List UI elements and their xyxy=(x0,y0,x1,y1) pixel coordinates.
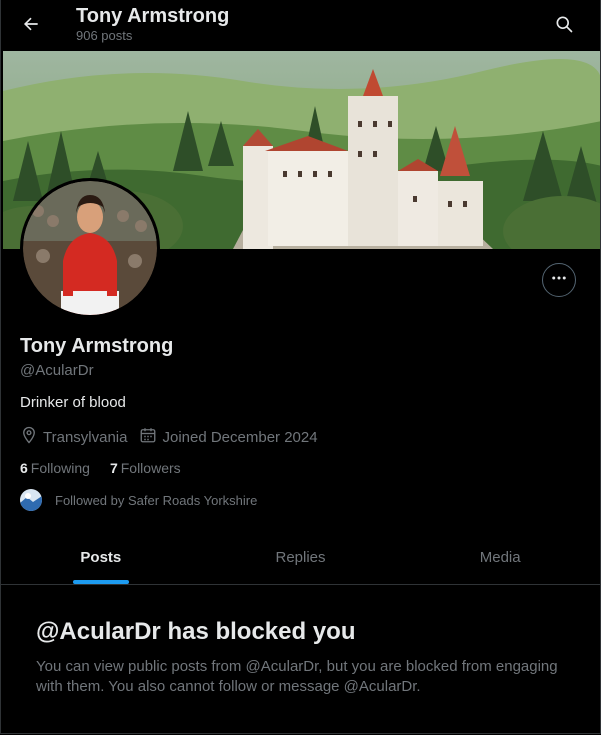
follower-avatar xyxy=(20,489,42,511)
profile-avatar[interactable] xyxy=(20,178,160,318)
header-title-block: Tony Armstrong 906 posts xyxy=(76,4,229,44)
more-options-button[interactable] xyxy=(542,263,576,297)
more-horizontal-icon xyxy=(550,269,568,292)
blocked-title: @AcularDr has blocked you xyxy=(36,618,356,645)
profile-page: Tony Armstrong 906 posts Tony Armstrong … xyxy=(0,0,601,734)
tab-posts-label: Posts xyxy=(80,548,122,566)
following-label: Following xyxy=(30,460,90,476)
active-tab-indicator xyxy=(72,580,129,584)
tab-replies-label: Replies xyxy=(275,548,326,566)
tab-media-label: Media xyxy=(479,548,521,566)
following-link[interactable]: 6 Following xyxy=(20,460,90,476)
tab-posts[interactable]: Posts xyxy=(1,530,201,584)
followers-link[interactable]: 7 Followers xyxy=(110,460,181,476)
calendar-icon xyxy=(139,426,162,448)
location-text: Transylvania xyxy=(43,428,128,446)
search-icon xyxy=(554,14,574,39)
location-pin-icon xyxy=(20,426,43,448)
followers-count: 7 xyxy=(109,460,118,476)
tab-replies[interactable]: Replies xyxy=(201,530,401,584)
back-button[interactable] xyxy=(15,10,47,42)
tab-media[interactable]: Media xyxy=(400,530,600,584)
blocked-message: You can view public posts from @AcularDr… xyxy=(36,658,558,695)
followed-by-text: Followed by Safer Roads Yorkshire xyxy=(55,492,258,508)
followed-by-row[interactable]: Followed by Safer Roads Yorkshire xyxy=(20,489,257,511)
profile-tabs: Posts Replies Media xyxy=(1,530,600,585)
followers-label: Followers xyxy=(120,460,181,476)
joined-text: Joined December 2024 xyxy=(162,428,318,446)
profile-handle: @AcularDr xyxy=(20,362,94,379)
top-bar: Tony Armstrong 906 posts xyxy=(1,0,600,51)
profile-display-name: Tony Armstrong xyxy=(20,335,174,357)
profile-bio: Drinker of blood xyxy=(20,394,126,411)
post-count: 906 posts xyxy=(76,28,133,43)
follow-counts: 6 Following 7 Followers xyxy=(20,460,201,476)
arrow-left-icon xyxy=(21,14,41,39)
search-button[interactable] xyxy=(548,10,580,42)
location-item: Transylvania xyxy=(20,426,127,448)
profile-meta: Transylvania Joined December 2024 xyxy=(20,426,330,448)
joined-item: Joined December 2024 xyxy=(139,426,318,448)
following-count: 6 xyxy=(20,460,28,476)
header-title: Tony Armstrong xyxy=(76,5,230,27)
